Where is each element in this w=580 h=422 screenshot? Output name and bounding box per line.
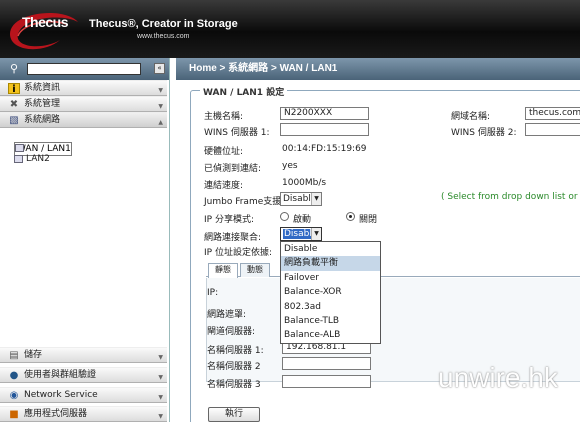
sidebar-item-label: 儲存 bbox=[24, 350, 43, 360]
gateway-label: 閘道伺服器: bbox=[207, 327, 256, 337]
breadcrumb: Home > 系統網路 > WAN / LAN1 bbox=[176, 58, 580, 80]
mac-label: 硬體位址: bbox=[204, 147, 244, 157]
info-icon: i bbox=[8, 83, 20, 95]
sidebar-item-label: 系統網路 bbox=[24, 115, 61, 125]
expand-icon: ▼ bbox=[158, 354, 163, 361]
dropdown-option-balance-alb[interactable]: Balance-ALB bbox=[281, 328, 380, 342]
collapse-icon: ▲ bbox=[158, 119, 163, 126]
sidebar-item-label: 使用者與群組驗證 bbox=[24, 370, 97, 380]
ip-share-label: IP 分享模式: bbox=[204, 215, 254, 225]
wins2-input[interactable] bbox=[525, 123, 580, 136]
dropdown-option-disable[interactable]: Disable bbox=[281, 242, 380, 256]
brand-slogan: Thecus®, Creator in Storage bbox=[89, 18, 238, 30]
domain-label: 網域名稱: bbox=[451, 112, 491, 122]
sidebar-item-label: Network Service bbox=[24, 390, 98, 400]
dropdown-option-802-3ad[interactable]: 802.3ad bbox=[281, 300, 380, 314]
watermark: unwire.hk bbox=[438, 362, 558, 393]
header-banner: Thecus Thecus®, Creator in Storage www.t… bbox=[0, 0, 580, 58]
jumbo-frame-select[interactable]: Disable ▼ bbox=[280, 192, 322, 206]
dns2-label: 名稱伺服器 2 bbox=[207, 362, 261, 372]
jumbo-frame-label: Jumbo Frame支援: bbox=[204, 197, 285, 207]
link-aggregation-dropdown: Disable 網路負載平衡 Failover Balance-XOR 802.… bbox=[280, 241, 381, 344]
sidebar-item-network-service[interactable]: ◉ Network Service ▼ bbox=[0, 387, 167, 403]
sidebar-item-system-management[interactable]: ✖ 系統管理 ▼ bbox=[0, 96, 167, 112]
jumbo-frame-hint: ( Select from drop down list or input n bbox=[441, 192, 580, 202]
wins2-label: WINS 伺服器 2: bbox=[451, 128, 517, 138]
link-detected-value: yes bbox=[282, 161, 298, 171]
link-speed-value: 1000Mb/s bbox=[282, 178, 327, 188]
sidebar-search-input[interactable] bbox=[27, 63, 141, 75]
sidebar-search-bar: ⚲ « bbox=[0, 58, 169, 80]
fieldset-legend: WAN / LAN1 設定 bbox=[200, 85, 288, 98]
expand-icon: ▼ bbox=[158, 413, 163, 420]
tab-dynamic[interactable]: 動態 bbox=[240, 263, 270, 277]
network-port-icon bbox=[15, 144, 24, 152]
ip-share-on-radio[interactable] bbox=[280, 212, 289, 221]
storage-icon: ▤ bbox=[9, 350, 19, 361]
dns3-input[interactable] bbox=[282, 375, 371, 388]
dns2-input[interactable] bbox=[282, 357, 371, 370]
tab-static[interactable]: 靜態 bbox=[208, 263, 238, 278]
network-port-icon bbox=[14, 155, 23, 163]
sidebar-item-storage[interactable]: ▤ 儲存 ▼ bbox=[0, 347, 167, 363]
link-aggregation-select[interactable]: Disable ▼ bbox=[280, 227, 322, 241]
search-icon[interactable]: ⚲ bbox=[10, 62, 18, 75]
dropdown-option-balance-xor[interactable]: Balance-XOR bbox=[281, 285, 380, 299]
sidebar-item-system-info[interactable]: i 系統資訊 ▼ bbox=[0, 80, 167, 96]
link-aggregation-label: 網路連接聚合: bbox=[204, 233, 262, 243]
ip-share-off-label: 關閉 bbox=[359, 215, 378, 225]
hostname-input[interactable]: N2200XXX bbox=[280, 107, 369, 120]
dns3-label: 名稱伺服器 3 bbox=[207, 380, 261, 390]
ip-label: IP: bbox=[207, 288, 219, 298]
collapse-sidebar-button[interactable]: « bbox=[154, 63, 165, 74]
expand-icon: ▼ bbox=[158, 394, 163, 401]
apply-button[interactable]: 執行 bbox=[208, 407, 260, 422]
wins1-input[interactable] bbox=[280, 123, 369, 136]
brand-url: www.thecus.com bbox=[137, 33, 190, 40]
tree-item-lan2[interactable]: LAN2 bbox=[14, 154, 50, 165]
hostname-label: 主機名稱: bbox=[204, 112, 244, 122]
expand-icon: ▼ bbox=[158, 374, 163, 381]
app-server-icon: ■ bbox=[9, 409, 19, 420]
netmask-label: 網路遮罩: bbox=[207, 310, 247, 320]
link-speed-label: 連結速度: bbox=[204, 181, 244, 191]
tools-icon: ✖ bbox=[9, 99, 19, 110]
dropdown-option-load-balance[interactable]: 網路負載平衡 bbox=[281, 256, 380, 271]
domain-input[interactable]: thecus.com bbox=[525, 107, 580, 120]
users-icon: ● bbox=[9, 370, 19, 381]
tree-item-label: LAN2 bbox=[26, 154, 50, 164]
ip-source-label: IP 位址設定依據: bbox=[204, 248, 272, 258]
link-detected-label: 已偵測到連結: bbox=[204, 164, 262, 174]
tree-item-label: WAN / LAN1 bbox=[17, 144, 71, 154]
thecus-logo-text: Thecus bbox=[22, 14, 69, 30]
dropdown-option-balance-tlb[interactable]: Balance-TLB bbox=[281, 314, 380, 328]
sidebar-item-app-server[interactable]: ■ 應用程式伺服器 ▼ bbox=[0, 406, 167, 422]
sidebar-item-label: 系統管理 bbox=[24, 99, 61, 109]
sidebar-item-label: 系統資訊 bbox=[24, 83, 61, 93]
ip-share-off-radio[interactable] bbox=[346, 212, 355, 221]
sidebar-item-label: 應用程式伺服器 bbox=[24, 409, 88, 419]
sidebar-item-system-network[interactable]: ▧ 系統網路 ▲ bbox=[0, 112, 167, 128]
dropdown-option-failover[interactable]: Failover bbox=[281, 271, 380, 285]
ip-share-on-label: 啟動 bbox=[293, 215, 312, 225]
sidebar: ⚲ « i 系統資訊 ▼ ✖ 系統管理 ▼ ▧ 系統網路 ▲ WAN / LAN… bbox=[0, 58, 170, 422]
wins1-label: WINS 伺服器 1: bbox=[204, 128, 270, 138]
dns1-label: 名稱伺服器 1: bbox=[207, 346, 264, 356]
globe-icon: ◉ bbox=[9, 390, 19, 401]
chevron-down-icon: ▼ bbox=[311, 228, 321, 240]
mac-value: 00:14:FD:15:19:69 bbox=[282, 144, 367, 154]
network-icon: ▧ bbox=[9, 115, 19, 126]
chevron-down-icon: ▼ bbox=[311, 193, 321, 205]
sidebar-item-users-groups[interactable]: ● 使用者與群組驗證 ▼ bbox=[0, 367, 167, 383]
ip-mode-tabs: 靜態 動態 bbox=[206, 263, 580, 278]
